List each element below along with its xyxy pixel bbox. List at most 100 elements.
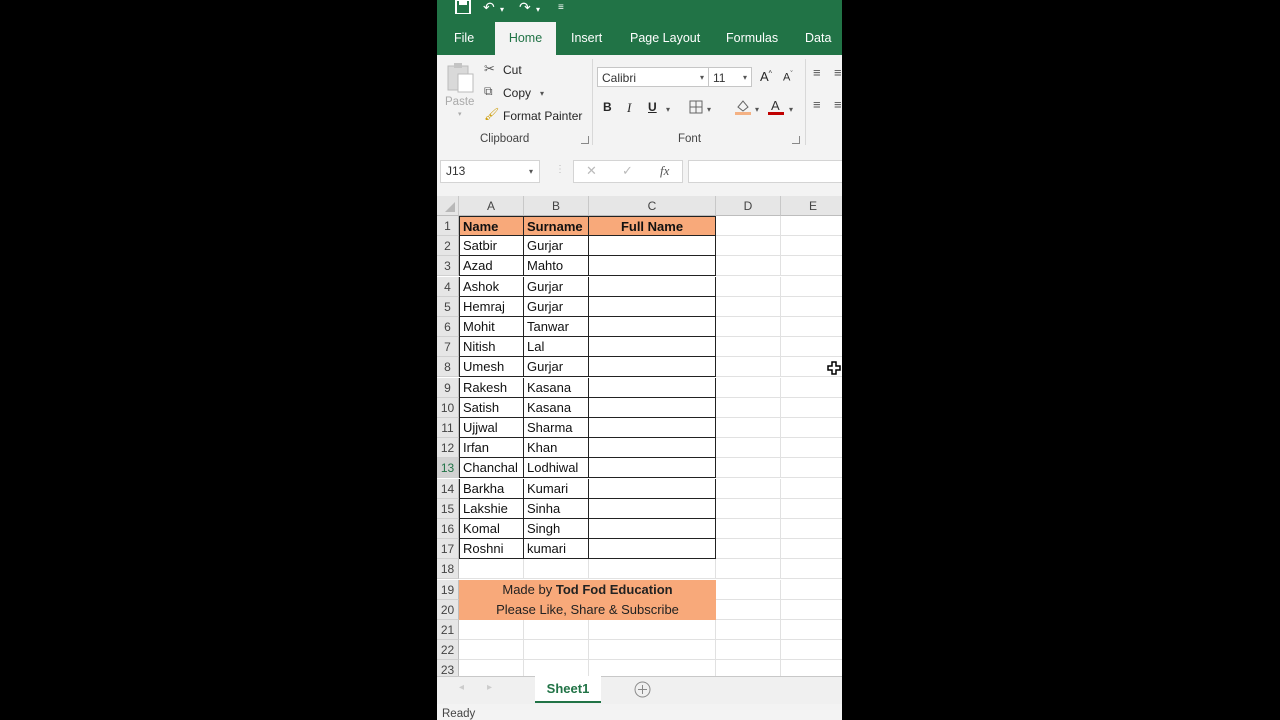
cell-c23[interactable] bbox=[589, 660, 716, 676]
name-box[interactable]: J13 ▾ bbox=[440, 160, 540, 183]
cell-e12[interactable] bbox=[781, 438, 842, 459]
cell-e3[interactable] bbox=[781, 256, 842, 277]
row-header-21[interactable]: 21 bbox=[437, 620, 459, 640]
enter-icon[interactable]: ✓ bbox=[622, 163, 633, 179]
cell-b1[interactable]: Surname bbox=[524, 216, 589, 236]
column-header-b[interactable]: B bbox=[524, 196, 589, 216]
cell-b7[interactable]: Lal bbox=[524, 337, 589, 358]
row-header-17[interactable]: 17 bbox=[437, 539, 459, 560]
resize-handle-icon[interactable]: ⋮ bbox=[555, 164, 565, 175]
cell-b6[interactable]: Tanwar bbox=[524, 317, 589, 337]
row-header-12[interactable]: 12 bbox=[437, 438, 459, 459]
italic-button[interactable]: I bbox=[627, 100, 631, 116]
column-header-c[interactable]: C bbox=[589, 196, 716, 216]
column-header-e[interactable]: E bbox=[781, 196, 842, 216]
cell-d20[interactable] bbox=[716, 599, 781, 620]
cell-a17[interactable]: Roshni bbox=[459, 539, 524, 560]
cell-b8[interactable]: Gurjar bbox=[524, 357, 589, 378]
row-header-11[interactable]: 11 bbox=[437, 418, 459, 438]
cell-a14[interactable]: Barkha bbox=[459, 478, 524, 499]
scroll-left-icon[interactable]: ◂ bbox=[459, 682, 464, 693]
cell-a18[interactable] bbox=[459, 559, 524, 580]
format-painter-button[interactable]: 🖌 Format Painter bbox=[484, 107, 584, 125]
align-left-icon[interactable]: ≡ bbox=[813, 97, 821, 112]
underline-button[interactable]: U bbox=[648, 100, 657, 114]
underline-dropdown-icon[interactable]: ▾ bbox=[666, 105, 670, 114]
select-all-button[interactable] bbox=[437, 196, 459, 216]
cell-a13[interactable]: Chanchal bbox=[459, 458, 524, 479]
cell-e4[interactable] bbox=[781, 277, 842, 297]
cell-d2[interactable] bbox=[716, 236, 781, 257]
cell-c2[interactable] bbox=[589, 236, 716, 257]
cell-c17[interactable] bbox=[589, 539, 716, 560]
align-middle-icon[interactable]: ≡ bbox=[834, 65, 842, 80]
redo-dropdown-icon[interactable]: ▾ bbox=[536, 3, 540, 19]
align-center-icon[interactable]: ≡ bbox=[834, 97, 842, 112]
cell-a15[interactable]: Lakshie bbox=[459, 498, 524, 519]
cell-a21[interactable] bbox=[459, 620, 524, 640]
cell-d7[interactable] bbox=[716, 337, 781, 358]
row-header-23[interactable]: 23 bbox=[437, 660, 459, 676]
fill-color-icon[interactable] bbox=[735, 98, 751, 121]
cell-d1[interactable] bbox=[716, 216, 781, 236]
cell-b15[interactable]: Sinha bbox=[524, 498, 589, 519]
cell-e13[interactable] bbox=[781, 458, 842, 479]
cell-e6[interactable] bbox=[781, 317, 842, 337]
cell-d12[interactable] bbox=[716, 438, 781, 459]
cell-d10[interactable] bbox=[716, 397, 781, 418]
cell-e7[interactable] bbox=[781, 337, 842, 358]
cell-b2[interactable]: Gurjar bbox=[524, 236, 589, 257]
cell-b14[interactable]: Kumari bbox=[524, 478, 589, 499]
column-header-a[interactable]: A bbox=[459, 196, 524, 216]
font-name-select[interactable]: Calibri ▾ bbox=[597, 67, 709, 87]
cell-a11[interactable]: Ujjwal bbox=[459, 418, 524, 438]
plus-circle-icon[interactable] bbox=[634, 681, 651, 703]
cell-e15[interactable] bbox=[781, 499, 842, 519]
cell-c9[interactable] bbox=[589, 377, 716, 398]
row-header-9[interactable]: 9 bbox=[437, 377, 459, 398]
cell-a12[interactable]: Irfan bbox=[459, 438, 524, 459]
sheet-tab-sheet1[interactable]: Sheet1 bbox=[535, 676, 601, 703]
cell-e20[interactable] bbox=[781, 600, 842, 620]
undo-dropdown-icon[interactable]: ▾ bbox=[500, 3, 504, 19]
align-top-icon[interactable]: ≡ bbox=[813, 65, 821, 80]
cell-c14[interactable] bbox=[589, 478, 716, 499]
font-color-dropdown-icon[interactable]: ▾ bbox=[789, 105, 793, 114]
row-header-1[interactable]: 1 bbox=[437, 216, 459, 236]
cell-d18[interactable] bbox=[716, 559, 781, 580]
cell-d5[interactable] bbox=[716, 296, 781, 317]
cell-c15[interactable] bbox=[589, 498, 716, 519]
cell-e23[interactable] bbox=[781, 660, 842, 676]
cell-b16[interactable]: Singh bbox=[524, 519, 589, 539]
customize-qat-icon[interactable]: ≡ bbox=[558, 1, 564, 17]
cell-c5[interactable] bbox=[589, 296, 716, 317]
cell-e21[interactable] bbox=[781, 620, 842, 640]
cell-e9[interactable] bbox=[781, 378, 842, 398]
row-header-13[interactable]: 13 bbox=[437, 458, 459, 479]
row-header-7[interactable]: 7 bbox=[437, 337, 459, 358]
cell-c11[interactable] bbox=[589, 418, 716, 438]
cell-b21[interactable] bbox=[524, 620, 589, 640]
cell-d8[interactable] bbox=[716, 357, 781, 378]
row-header-5[interactable]: 5 bbox=[437, 296, 459, 317]
cell-b12[interactable]: Khan bbox=[524, 438, 589, 459]
cell-d3[interactable] bbox=[716, 256, 781, 277]
cell-d22[interactable] bbox=[716, 640, 781, 661]
scroll-right-icon[interactable]: ▸ bbox=[487, 682, 492, 693]
cell-d17[interactable] bbox=[716, 539, 781, 560]
insert-function-icon[interactable]: fx bbox=[660, 163, 669, 179]
cell-b23[interactable] bbox=[524, 660, 589, 676]
cell-d19[interactable] bbox=[716, 579, 781, 600]
cell-e22[interactable] bbox=[781, 640, 842, 661]
cell-e2[interactable] bbox=[781, 236, 842, 257]
cell-c18[interactable] bbox=[589, 559, 716, 580]
cell-c8[interactable] bbox=[589, 357, 716, 378]
row-header-6[interactable]: 6 bbox=[437, 317, 459, 337]
cell-c21[interactable] bbox=[589, 620, 716, 640]
cell-c6[interactable] bbox=[589, 317, 716, 337]
cell-a16[interactable]: Komal bbox=[459, 519, 524, 539]
cell-c4[interactable] bbox=[589, 276, 716, 297]
row-header-2[interactable]: 2 bbox=[437, 236, 459, 257]
spreadsheet-grid[interactable]: A B C D E Name Surname Full Name 1234567… bbox=[437, 196, 842, 676]
cell-b4[interactable]: Gurjar bbox=[524, 276, 589, 297]
